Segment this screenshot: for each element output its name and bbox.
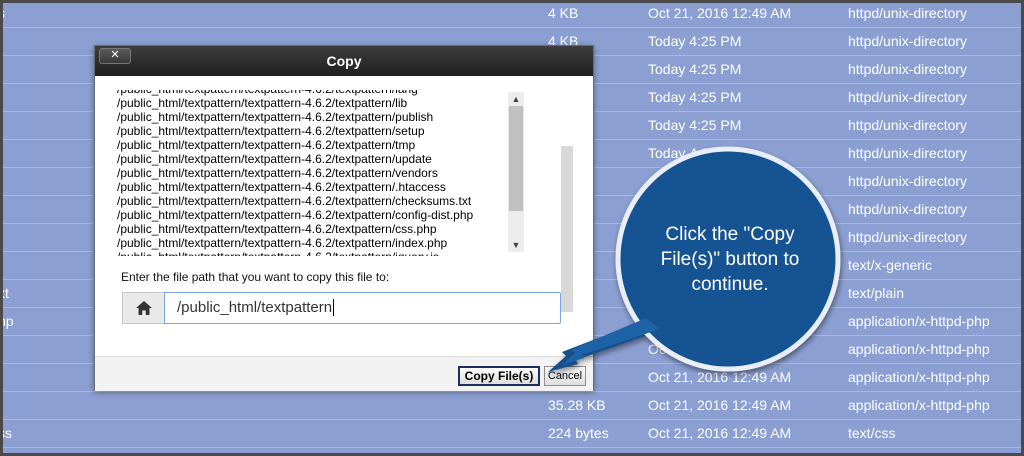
list-item: /public_html/textpattern/textpattern-4.6… <box>117 236 448 250</box>
file-size-cell: 4 KB <box>548 5 579 21</box>
dialog-title: Copy <box>326 53 362 69</box>
file-date-cell: Oct <box>648 173 670 189</box>
file-type-cell: application/x-httpd-php <box>848 341 990 357</box>
file-type-cell: text/plain <box>848 285 905 301</box>
cancel-button[interactable]: Cancel <box>544 366 586 386</box>
dialog-footer: Copy File(s) Cancel <box>95 356 593 391</box>
copy-files-button[interactable]: Copy File(s) <box>458 366 540 386</box>
file-date-cell: Oct 21, 2016 12:49 AM <box>648 397 792 413</box>
home-button[interactable] <box>122 292 164 324</box>
file-type-cell: application/x-httpd-php <box>848 397 990 413</box>
dialog-header: ✕ Copy <box>95 46 593 76</box>
list-item: /public_html/textpattern/textpattern-4.6… <box>117 166 438 180</box>
table-row[interactable]: 35.28 KB Oct 21, 2016 12:49 AM application… <box>0 392 1024 420</box>
scrollbar-thumb[interactable] <box>509 106 523 211</box>
home-icon <box>135 301 152 315</box>
list-item: /public_html/textpattern/textpattern-4.6… <box>117 96 408 110</box>
file-type-cell: application/x-httpd-php <box>848 313 990 329</box>
file-type-cell: application/x-httpd-php <box>848 369 990 385</box>
callout-text: Click the "Copy File(s)" button to conti… <box>660 224 800 295</box>
file-date-cell: Today 4:25 PM <box>648 33 742 49</box>
selected-files-list[interactable]: /public_html/textpattern/textpattern-4.6… <box>117 90 527 256</box>
file-type-cell: httpd/unix-directory <box>848 5 968 21</box>
list-item: /public_html/textpattern/textpattern-4.6… <box>117 124 425 138</box>
arrow-up-icon[interactable]: ▲ <box>508 92 524 106</box>
file-date-cell: Today 4:25 PM <box>648 89 742 105</box>
file-size-cell: 35.28 KB <box>548 397 606 413</box>
copy-dialog: ✕ Copy /public_html/textpattern/textpatt… <box>94 45 594 391</box>
file-date-cell: Oct 21, 2016 12:49 AM <box>648 425 792 441</box>
file-date-cell: Today 4:25 PM <box>648 61 742 77</box>
file-date-cell: Today 4:25 PM <box>648 145 742 161</box>
file-type-cell: httpd/unix-directory <box>848 201 968 217</box>
list-item: /public_html/textpattern/textpattern-4.6… <box>117 250 527 256</box>
file-date-cell <box>648 308 838 335</box>
file-name-cell: ss <box>0 425 12 441</box>
file-type-cell: httpd/unix-directory <box>848 61 968 77</box>
list-item: /public_html/textpattern/textpattern-4.6… <box>117 180 446 194</box>
file-name-cell: s <box>0 5 5 21</box>
list-item: /public_html/textpattern/textpattern-4.6… <box>117 138 416 152</box>
table-row[interactable]: ss 224 bytes Oct 21, 2016 12:49 AM text/css <box>0 420 1024 448</box>
file-date-cell: Oct 21, 2016 12:49 AM <box>648 369 792 385</box>
file-date-cell <box>648 196 838 223</box>
list-item: /public_html/textpattern/textpattern-4.6… <box>117 110 434 124</box>
destination-path-input[interactable]: /public_html/textpattern <box>164 292 561 324</box>
table-row[interactable]: s 4 KB Oct 21, 2016 12:49 AM httpd/unix-dir… <box>0 0 1024 28</box>
file-type-cell: httpd/unix-directory <box>848 117 968 133</box>
arrow-down-icon[interactable]: ▼ <box>508 238 524 252</box>
file-date-cell: Oc <box>648 341 666 357</box>
list-item: /public_html/textpattern/textpattern-4.6… <box>117 152 432 166</box>
path-label: Enter the file path that you want to cop… <box>121 270 390 284</box>
file-type-cell: httpd/unix-directory <box>848 229 968 245</box>
file-type-cell: httpd/unix-directory <box>848 33 968 49</box>
file-type-cell: text/css <box>848 425 896 441</box>
file-date-cell: Oct 21, 2016 12:49 AM <box>648 5 792 21</box>
file-type-cell: httpd/unix-directory <box>848 89 968 105</box>
file-date-cell: Today 4:25 PM <box>648 117 742 133</box>
list-item: /public_html/textpattern/textpattern-4.6… <box>117 222 437 236</box>
file-type-cell: text/x-generic <box>848 257 933 273</box>
file-type-cell: httpd/unix-directory <box>848 145 968 161</box>
list-item: /public_html/textpattern/textpattern-4.6… <box>117 194 472 208</box>
file-type-cell: httpd/unix-directory <box>848 173 968 189</box>
dialog-scrollbar[interactable] <box>561 146 573 312</box>
list-item: /public_html/textpattern/textpattern-4.6… <box>117 208 474 222</box>
file-size-cell: 224 bytes <box>548 425 609 441</box>
file-name-cell <box>0 392 498 419</box>
file-list-scrollbar[interactable]: ▲ ▼ <box>508 92 524 252</box>
